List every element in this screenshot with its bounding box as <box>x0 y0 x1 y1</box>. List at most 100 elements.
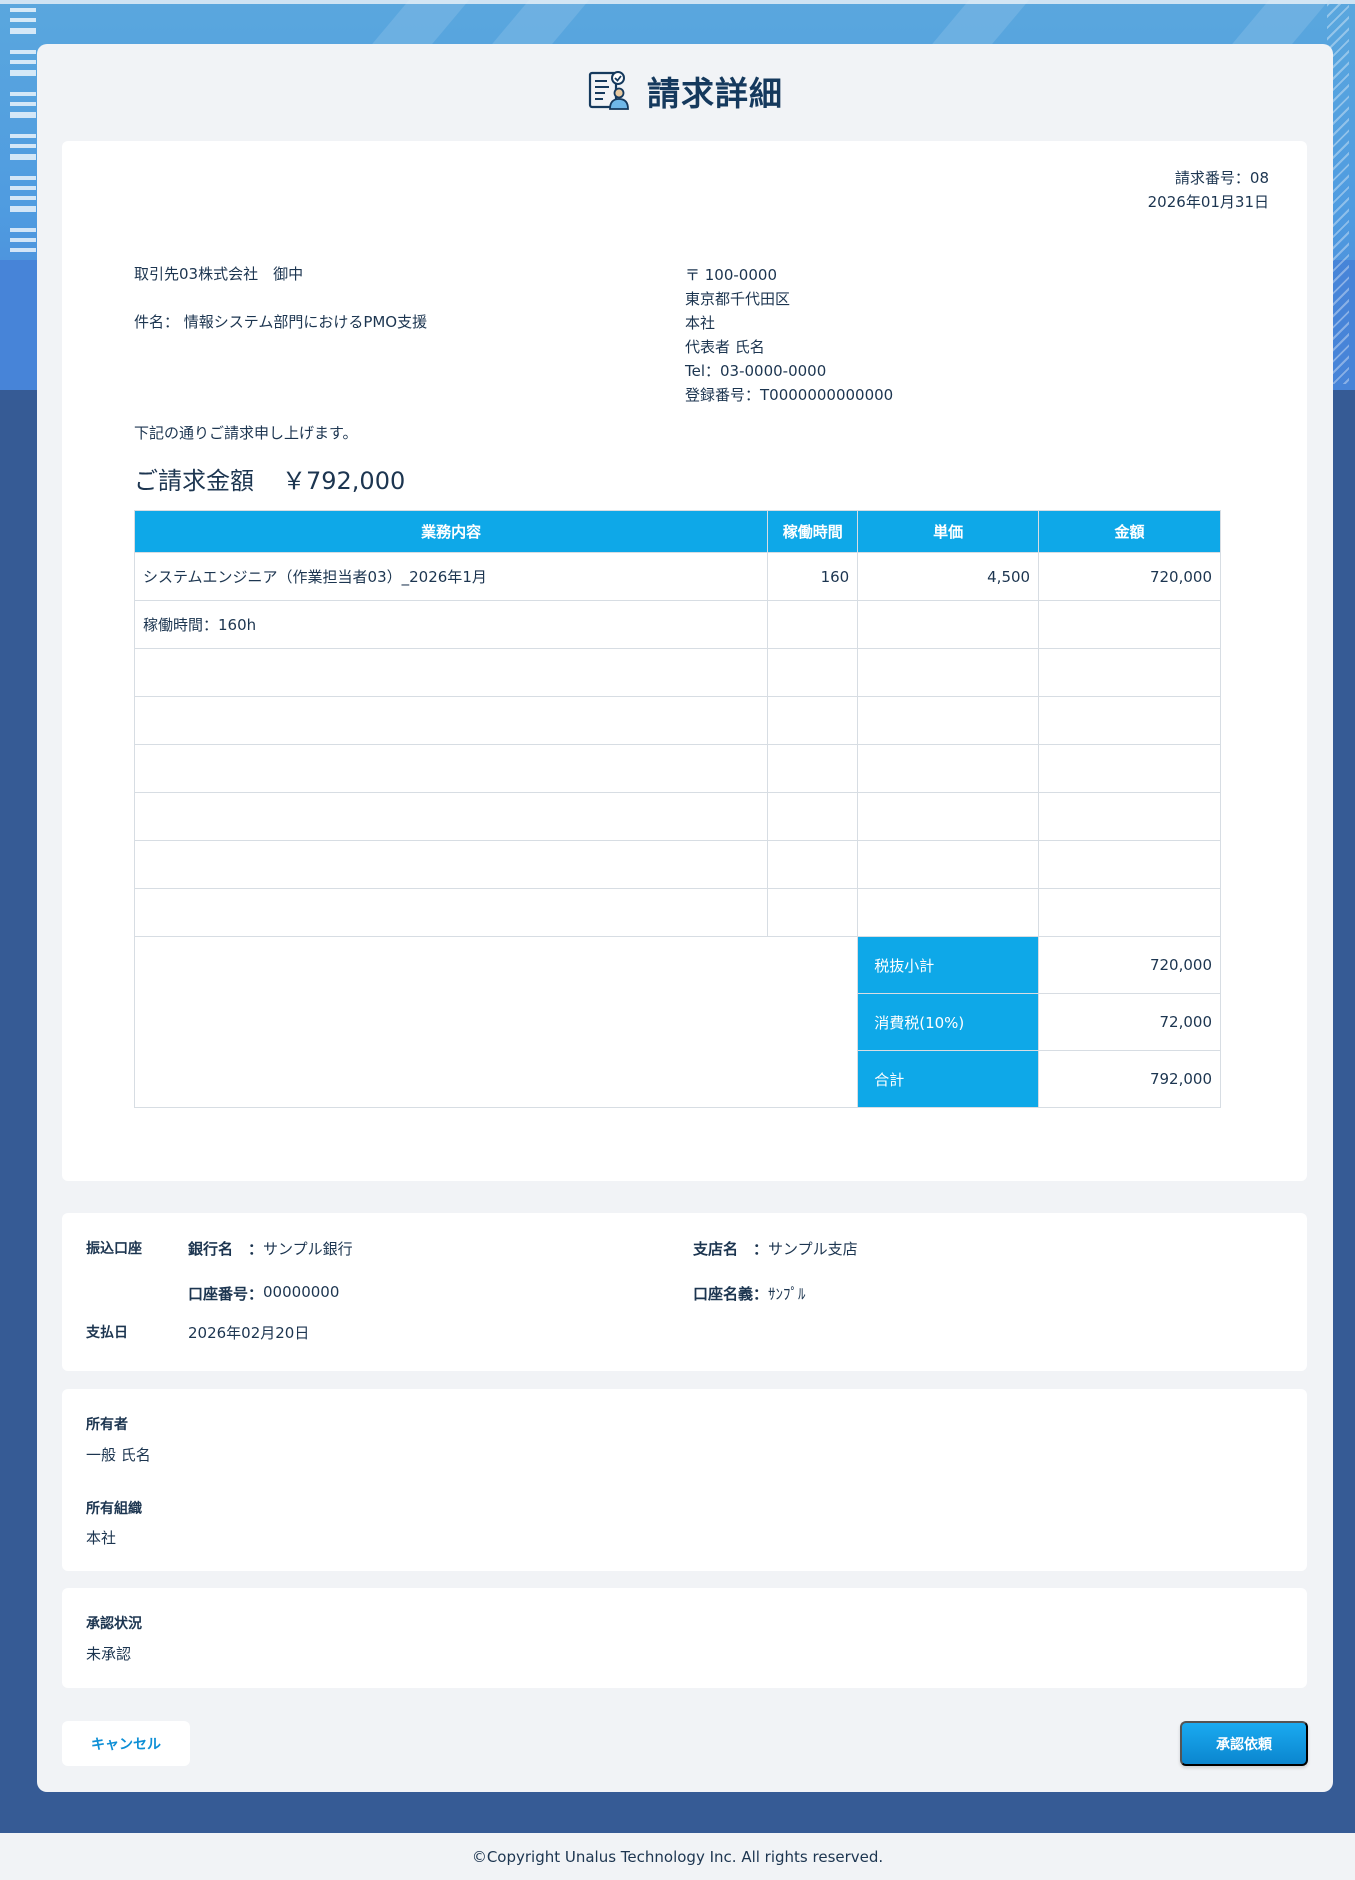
organization-value: 本社 <box>86 1529 117 1547</box>
cell-description: システムエンジニア（作業担当者03）_2026年1月 <box>133 552 769 601</box>
branch-field: 支店名 ： サンプル支店 <box>693 1238 858 1259</box>
pay-date-value: 2026年02月20日 <box>188 1324 310 1342</box>
copyright-text: ©Copyright Unalus Technology Inc. All ri… <box>471 1847 884 1866</box>
invoice-date: 2026年01月31日 <box>1147 193 1269 211</box>
invoice-recipient: 取引先03株式会社 御中 件名： 情報システム部門におけるPMO支援 <box>134 263 427 335</box>
cell-hours <box>767 600 859 649</box>
cell-unit-price <box>857 648 1040 697</box>
cell-amount <box>1038 840 1221 889</box>
bank-name-key: 銀行名 ： <box>188 1240 264 1258</box>
cell-unit-price <box>857 744 1040 793</box>
cell-unit-price: 4,500 <box>857 552 1040 601</box>
issuer-postal: 〒 100-0000 <box>685 266 777 284</box>
account-name-value: ｻﾝﾌﾟﾙ <box>768 1285 806 1303</box>
approval-panel: 承認状況 未承認 <box>62 1588 1307 1688</box>
footer: ©Copyright Unalus Technology Inc. All ri… <box>0 1833 1355 1880</box>
column-header-unit-price: 単価 <box>857 510 1040 553</box>
column-header-hours: 稼働時間 <box>767 510 859 553</box>
billing-amount: ご請求金額 ￥792,000 <box>134 461 405 496</box>
owner-label: 所有者 <box>86 1417 128 1433</box>
bank-name-field: 銀行名 ： サンプル銀行 <box>188 1238 353 1259</box>
page-header: 請求詳細 <box>37 66 1333 116</box>
total-value: 792,000 <box>1038 1050 1221 1108</box>
branch-key: 支店名 ： <box>693 1240 769 1258</box>
cell-description <box>133 792 769 841</box>
table-row <box>133 840 1221 889</box>
account-name-field: 口座名義： ｻﾝﾌﾟﾙ <box>693 1283 806 1304</box>
cell-amount <box>1038 696 1221 745</box>
top-border-line <box>0 0 1355 4</box>
background-side-lines <box>10 8 36 258</box>
organization-label: 所有組織 <box>86 1501 142 1517</box>
table-row <box>133 696 1221 745</box>
cell-hours <box>767 792 859 841</box>
cell-hours <box>767 648 859 697</box>
pay-date-label: 支払日 <box>86 1325 128 1341</box>
bank-section-label: 振込口座 <box>86 1241 142 1257</box>
client-name: 取引先03株式会社 御中 <box>134 265 304 283</box>
cell-amount <box>1038 648 1221 697</box>
cancel-button[interactable]: キャンセル <box>62 1721 190 1766</box>
cell-unit-price <box>857 840 1040 889</box>
cell-amount <box>1038 792 1221 841</box>
cell-unit-price <box>857 888 1040 937</box>
account-number-field: 口座番号： 00000000 <box>188 1283 339 1304</box>
account-number-key: 口座番号： <box>188 1285 264 1303</box>
table-row: システムエンジニア（作業担当者03）_2026年1月 160 4,500 720… <box>133 552 1221 601</box>
main-card: 請求詳細 請求番号：08 2026年01月31日 取引先03株式会社 御中 件名… <box>37 44 1333 1792</box>
table-row <box>133 648 1221 697</box>
bank-info-panel: 振込口座 銀行名 ： サンプル銀行 支店名 ： サンプル支店 口座番号： 000… <box>62 1213 1307 1371</box>
cell-amount: 720,000 <box>1038 552 1221 601</box>
approval-status-label: 承認状況 <box>86 1616 142 1632</box>
summary-row-subtotal: 税抜小計 720,000 <box>133 936 1221 1108</box>
cell-description <box>133 744 769 793</box>
invoice-items-table: 業務内容 稼働時間 単価 金額 システムエンジニア（作業担当者03）_2026年… <box>133 510 1221 1108</box>
table-row <box>133 744 1221 793</box>
branch-value: サンプル支店 <box>768 1240 858 1258</box>
owner-value: 一般 氏名 <box>86 1446 151 1464</box>
issuer-registration: 登録番号：T0000000000000 <box>685 386 894 404</box>
subtotal-value: 720,000 <box>1038 936 1221 994</box>
cell-hours <box>767 696 859 745</box>
cell-amount <box>1038 600 1221 649</box>
subtotal-label: 税抜小計 <box>857 936 1040 994</box>
issuer-tel: Tel：03-0000-0000 <box>685 362 827 380</box>
tax-label: 消費税(10%) <box>857 993 1040 1051</box>
cell-hours <box>767 840 859 889</box>
issuer-info: 〒 100-0000 東京都千代田区 本社 代表者 氏名 Tel：03-0000… <box>685 263 893 407</box>
invoice-document-icon <box>588 71 629 110</box>
tax-value: 72,000 <box>1038 993 1221 1051</box>
cell-hours: 160 <box>767 552 859 601</box>
billing-amount-value: ￥792,000 <box>282 467 406 495</box>
summary-blank-area <box>133 936 859 1108</box>
account-name-key: 口座名義： <box>693 1285 769 1303</box>
cell-amount <box>1038 744 1221 793</box>
invoice-meta: 請求番号：08 2026年01月31日 <box>1148 166 1269 214</box>
billing-amount-label: ご請求金額 <box>134 467 254 495</box>
request-approval-button[interactable]: 承認依頼 <box>1180 1721 1308 1766</box>
table-row <box>133 888 1221 937</box>
invoice-panel: 請求番号：08 2026年01月31日 取引先03株式会社 御中 件名： 情報シ… <box>62 141 1307 1181</box>
invoice-note: 下記の通りご請求申し上げます。 <box>134 424 358 442</box>
cell-description <box>133 696 769 745</box>
column-header-description: 業務内容 <box>133 510 769 553</box>
issuer-address: 東京都千代田区 <box>685 290 791 308</box>
page-title: 請求詳細 <box>647 74 783 113</box>
table-header-row: 業務内容 稼働時間 単価 金額 <box>133 510 1221 553</box>
cell-description <box>133 840 769 889</box>
cell-amount <box>1038 888 1221 937</box>
cell-description <box>133 888 769 937</box>
approval-status-value: 未承認 <box>86 1645 132 1663</box>
invoice-number: 請求番号：08 <box>1174 169 1269 187</box>
column-header-amount: 金額 <box>1038 510 1221 553</box>
invoice-subject: 件名： 情報システム部門におけるPMO支援 <box>134 313 428 331</box>
cell-hours <box>767 888 859 937</box>
cell-unit-price <box>857 696 1040 745</box>
bank-name-value: サンプル銀行 <box>263 1240 353 1258</box>
owner-panel: 所有者 一般 氏名 所有組織 本社 <box>62 1389 1307 1571</box>
table-row: 稼働時間：160h <box>133 600 1221 649</box>
total-label: 合計 <box>857 1050 1040 1108</box>
cell-hours <box>767 744 859 793</box>
issuer-office: 本社 <box>685 314 716 332</box>
cell-description: 稼働時間：160h <box>133 600 769 649</box>
